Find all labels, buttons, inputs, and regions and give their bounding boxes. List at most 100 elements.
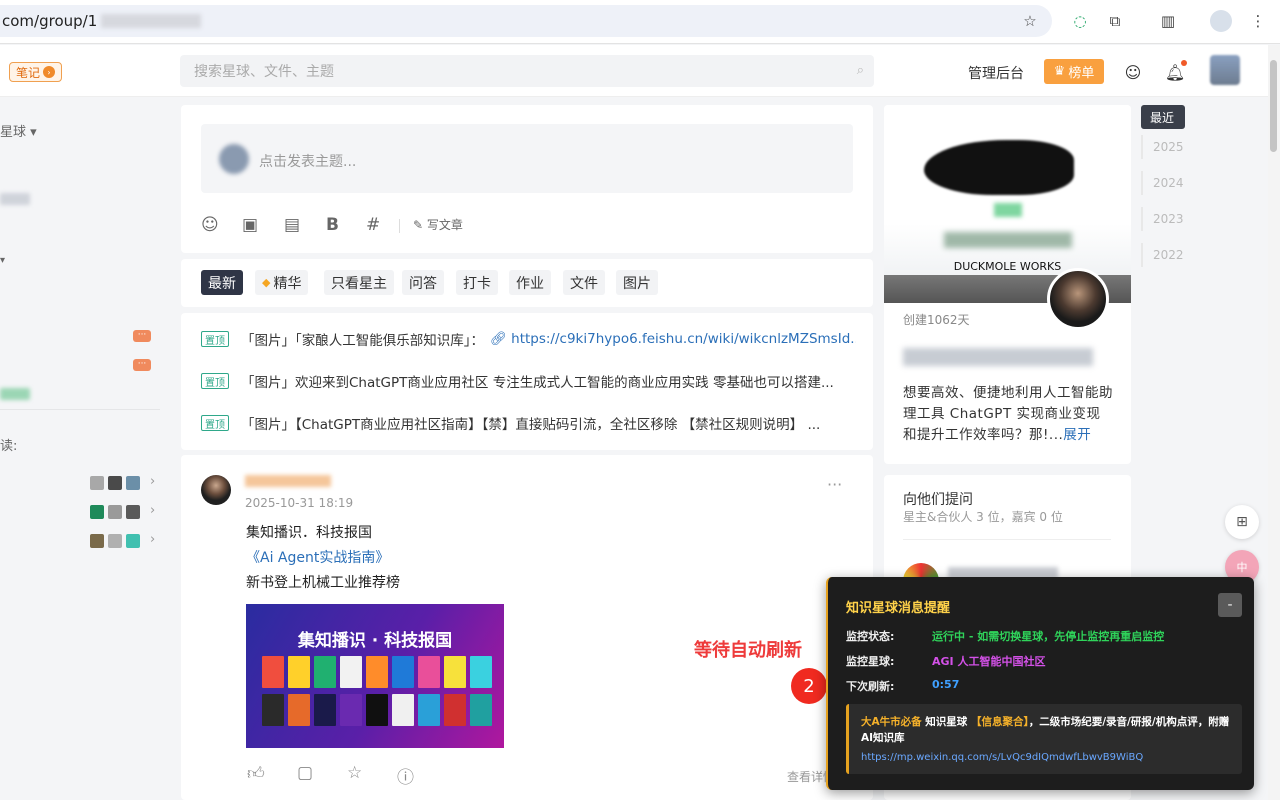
divider [903,539,1111,540]
member-avatar[interactable] [90,476,104,490]
admin-link[interactable]: 管理后台 [968,63,1024,83]
file-icon[interactable]: ▤ [284,215,300,235]
scrollbar-thumb[interactable] [1270,60,1277,152]
minimize-button[interactable]: - [1218,593,1242,617]
search-input[interactable]: 搜索星球、文件、主题 ⌕ [180,55,874,87]
rank-button[interactable]: ♛ 榜单 [1044,59,1104,84]
monitor-title: 知识星球消息提醒 [846,601,951,616]
chevron-right-icon[interactable]: › [150,503,155,518]
sidebar-item-blurred[interactable] [0,193,30,205]
emoji-icon[interactable]: ☺ [201,215,219,235]
book-cover [366,694,388,726]
avatar[interactable] [1210,55,1240,85]
more-icon[interactable]: ··· [827,475,842,494]
book-cover [392,694,414,726]
book-cover [392,656,414,688]
post-time: 2025-10-31 18:19 [245,496,354,510]
member-avatar[interactable] [108,534,122,548]
member-avatar[interactable] [126,505,140,519]
chevron-right-icon[interactable]: › [150,532,155,547]
search-icon[interactable]: ⌕ [857,63,864,78]
planet-description: 想要高效、便捷地利用人工智能助理工具 ChatGPT 实现商业变现和提升工作效率… [903,385,1113,443]
member-avatar[interactable] [90,505,104,519]
timeline-year[interactable]: 2024 [1141,171,1185,195]
image-title: 集知播识 · 科技报国 [297,631,453,651]
chevron-right-icon: › [43,66,56,78]
chat-icon[interactable]: ☺ [1122,61,1144,83]
reading-mode-icon[interactable]: ▥ [1157,10,1179,32]
compose-placeholder: 点击发表主题... [259,154,357,170]
promo-box[interactable]: 大A牛市必备 知识星球 【信息聚合】，二级市场纪要/录音/研报/机构点评，附赠A… [846,704,1242,774]
sidebar-item-planets[interactable]: 星球 ▾ [0,121,37,140]
book-cover [314,694,336,726]
sidebar-badge: ··· [133,330,151,342]
tab-homework[interactable]: 作业 [509,270,551,295]
report-icon[interactable]: ⓘ [397,763,414,788]
comment-icon[interactable]: ▢ [297,763,313,783]
like-icon[interactable]: 👍︎ [247,763,265,784]
post-composer: 点击发表主题... ☺ ▣ ▤ B # ✎ 写文章 [181,105,873,253]
profile-icon[interactable] [1210,10,1232,32]
kebab-menu-icon[interactable]: ⋮ [1247,10,1269,32]
chevron-right-icon[interactable]: › [150,474,155,489]
planet-label: 监控星球: [846,655,895,668]
pinned-tag: 置顶 [201,415,229,431]
write-article-button[interactable]: ✎ 写文章 [413,216,463,233]
owner-avatar[interactable] [1047,268,1109,330]
book-cover [418,656,440,688]
member-avatar[interactable] [90,534,104,548]
pinned-row[interactable]: 置顶 「图片」「家酿人工智能俱乐部知识库」： 🔗︎ https://c9ki7h… [201,328,856,350]
avatar[interactable] [201,475,231,505]
post-image[interactable]: 集知播识 · 科技报国 [246,604,504,748]
tab-featured[interactable]: ◆ 精华 [255,270,309,295]
timeline-recent[interactable]: 最近 [1141,105,1185,129]
tab-qa[interactable]: 问答 [402,270,444,295]
year-timeline: 最近 2025 2024 2023 2022 [1141,105,1191,275]
tab-latest[interactable]: 最新 [201,270,243,295]
member-avatar[interactable] [126,534,140,548]
tab-owner-only[interactable]: 只看星主 [324,270,394,295]
expand-link[interactable]: 展开 [1063,427,1091,443]
book-cover [444,656,466,688]
pinned-link[interactable]: https://c9ki7hypo6.feishu.cn/wiki/wikcnl… [511,331,856,347]
loading-icon[interactable]: ◌ [1069,10,1091,32]
author-name-blurred[interactable] [245,475,331,487]
extension-icon[interactable]: ⧉ [1104,10,1126,32]
scrollbar-track[interactable] [1268,45,1280,800]
pinned-row[interactable]: 置顶 「图片」【ChatGPT商业应用社区指南】【禁】直接贴码引流，全社区移除 … [201,412,856,434]
promo-link[interactable]: https://mp.weixin.qq.com/s/LvQc9dIQmdwfL… [861,752,1143,763]
book-cover [470,656,492,688]
book-cover [366,656,388,688]
star-icon[interactable]: ☆ [347,763,362,783]
tab-files[interactable]: 文件 [563,270,605,295]
pinned-row[interactable]: 置顶 「图片」欢迎来到ChatGPT商业应用社区 专注生成式人工智能的商业应用实… [201,370,856,392]
member-avatar[interactable] [126,476,140,490]
member-avatar[interactable] [108,476,122,490]
timeline-year[interactable]: 2022 [1141,243,1185,267]
note-badge-label: 笔记 [16,65,41,80]
compose-input[interactable]: 点击发表主题... [201,124,853,193]
timeline-year[interactable]: 2023 [1141,207,1185,231]
tab-checkin[interactable]: 打卡 [456,270,498,295]
tab-images[interactable]: 图片 [616,270,658,295]
member-avatar[interactable] [108,505,122,519]
link-icon: 🔗︎ [490,331,508,347]
refresh-label: 下次刷新: [846,680,895,693]
timeline-year[interactable]: 2025 [1141,135,1185,159]
sidebar-section-label: 读: [0,439,18,454]
ask-subtitle: 星主&合伙人 3 位，嘉宾 0 位 [903,510,1063,524]
created-days: 创建1062天 [903,313,970,327]
hashtag-icon[interactable]: # [366,215,380,235]
wait-refresh-label: 等待自动刷新 [694,640,802,661]
note-badge[interactable]: 笔记 › [9,62,63,82]
apps-icon[interactable]: ⊞ [1225,505,1259,539]
post-book-link[interactable]: 《Ai Agent实战指南》 [246,547,389,567]
book-cover [444,694,466,726]
address-bar[interactable]: com/group/1 [0,5,1052,37]
bold-icon[interactable]: B [326,215,339,235]
image-icon[interactable]: ▣ [242,215,258,235]
chevron-down-icon[interactable]: ▾ [0,255,5,266]
star-icon[interactable]: ☆ [1019,10,1041,32]
site-header: 笔记 › 搜索星球、文件、主题 ⌕ 管理后台 ♛ 榜单 ☺ 🔔︎ [0,45,1268,97]
sidebar-item-blurred[interactable] [0,388,30,400]
